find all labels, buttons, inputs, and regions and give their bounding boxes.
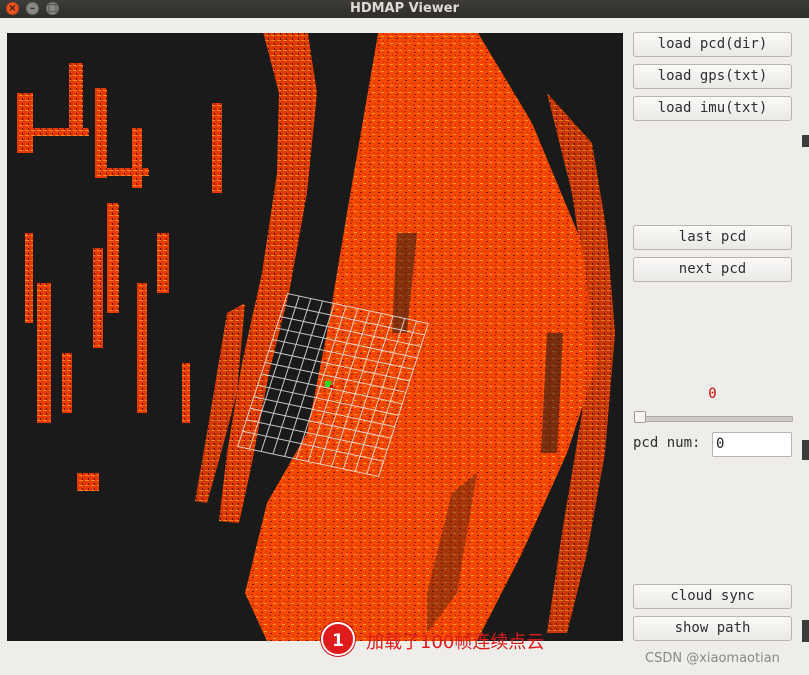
last-pcd-button[interactable]: last pcd [633,225,792,250]
load-gps-button[interactable]: load gps(txt) [633,64,792,89]
point-cloud-render [7,33,623,641]
background-window-edge [802,620,809,642]
title-bar[interactable]: × – □ HDMAP Viewer [0,0,809,18]
pcd-num-label: pcd num: [633,435,701,451]
next-pcd-button[interactable]: next pcd [633,257,792,282]
frame-slider-handle[interactable] [634,411,646,423]
annotation-caption: 加载了100帧连续点云 [366,632,545,653]
show-path-button[interactable]: show path [633,616,792,641]
frame-slider[interactable] [634,416,793,422]
point-cloud-viewer[interactable] [7,33,623,641]
load-imu-button[interactable]: load imu(txt) [633,96,792,121]
pcd-num-input[interactable]: 0 [712,432,792,457]
cloud-sync-button[interactable]: cloud sync [633,584,792,609]
background-window-edge [802,135,809,147]
annotation-number-badge: 1 [321,622,355,656]
frame-counter: 0 [708,386,717,402]
watermark: CSDN @xiaomaotian [645,651,780,666]
load-pcd-button[interactable]: load pcd(dir) [633,32,792,57]
background-window-edge [802,440,809,460]
window-title: HDMAP Viewer [349,1,460,16]
